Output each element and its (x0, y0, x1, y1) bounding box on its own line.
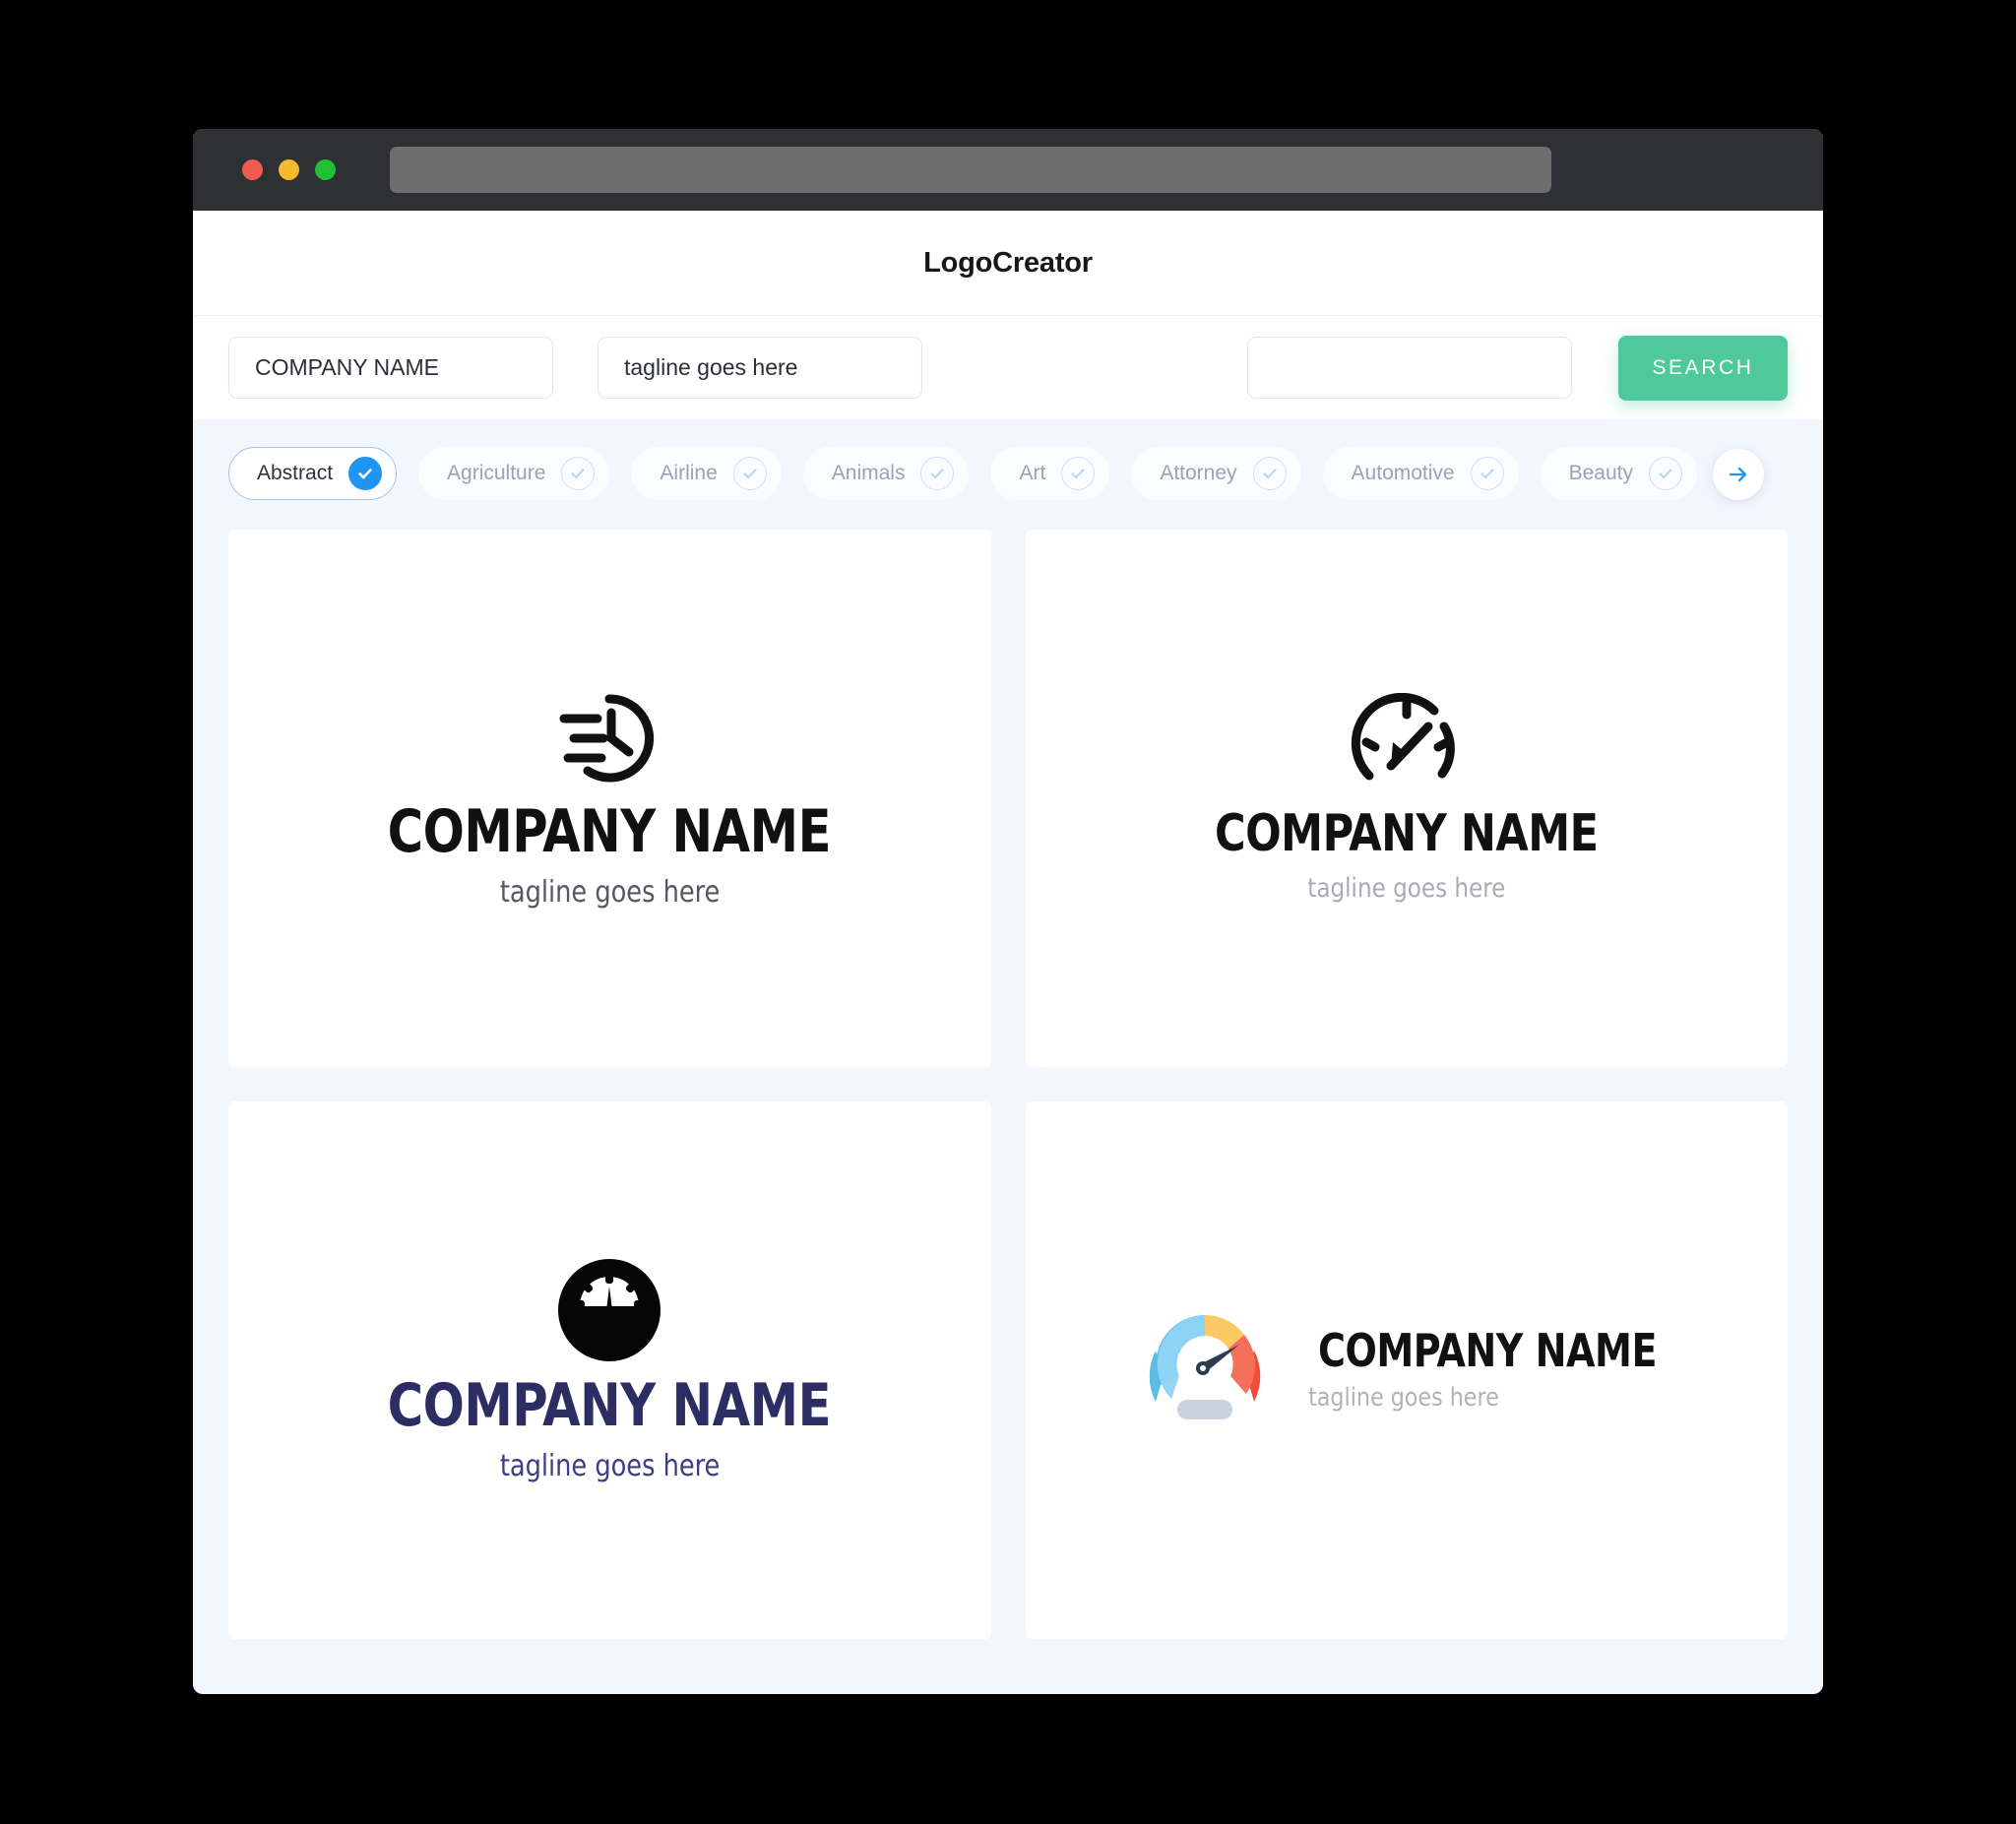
logo-result-card[interactable]: COMPANY NAME tagline goes here (228, 530, 991, 1067)
window-controls (242, 159, 336, 180)
logo-company-name: COMPANY NAME (1317, 1324, 1658, 1377)
category-chip-animals[interactable]: Animals (802, 447, 970, 500)
search-button[interactable]: SEARCH (1618, 335, 1788, 401)
fast-clock-icon (552, 687, 666, 794)
category-chip-label: Attorney (1160, 462, 1237, 484)
category-chip-list: Abstract Agriculture Airline Animals Art… (228, 447, 1823, 500)
check-icon (1252, 457, 1287, 490)
page-title: LogoCreator (923, 246, 1093, 279)
gauge-circle-solid-icon (556, 1257, 662, 1368)
logo-tagline: tagline goes here (1307, 1383, 1499, 1413)
logo-tagline: tagline goes here (1307, 873, 1506, 904)
logo-company-name: COMPANY NAME (1214, 804, 1599, 863)
logo-preview: COMPANY NAME tagline goes here (368, 1257, 850, 1483)
category-chip-agriculture[interactable]: Agriculture (418, 447, 610, 500)
tagline-input[interactable] (598, 337, 922, 399)
company-name-input[interactable] (228, 337, 553, 399)
category-chip-label: Art (1019, 462, 1046, 484)
category-chip-attorney[interactable]: Attorney (1131, 447, 1301, 500)
maximize-button[interactable] (315, 159, 336, 180)
logo-result-card[interactable]: COMPANY NAME tagline goes here (228, 1101, 991, 1639)
logo-text-block: COMPANY NAME tagline goes here (1303, 1328, 1671, 1413)
check-icon (1061, 457, 1096, 490)
close-button[interactable] (242, 159, 263, 180)
keyword-input[interactable] (1247, 337, 1572, 399)
category-chip-label: Automotive (1351, 462, 1455, 484)
app-header: LogoCreator (193, 211, 1823, 316)
logo-tagline: tagline goes here (499, 875, 720, 910)
logo-result-card[interactable]: COMPANY NAME tagline goes here (1025, 1101, 1788, 1639)
logo-company-name: COMPANY NAME (388, 797, 832, 866)
check-icon (920, 457, 955, 490)
category-chip-art[interactable]: Art (990, 447, 1110, 500)
check-icon (732, 457, 767, 490)
speedometer-outline-icon (1350, 692, 1464, 800)
browser-titlebar (193, 129, 1823, 211)
logo-tagline: tagline goes here (499, 1449, 720, 1483)
logo-results-grid: COMPANY NAME tagline goes here COMPANY N… (193, 530, 1823, 1674)
logo-preview: COMPANY NAME tagline goes here (1198, 692, 1615, 904)
check-icon (348, 457, 383, 490)
check-icon (1470, 457, 1504, 490)
category-chip-automotive[interactable]: Automotive (1322, 447, 1519, 500)
logo-company-name: COMPANY NAME (388, 1371, 832, 1440)
category-chip-label: Abstract (257, 462, 334, 484)
browser-window: LogoCreator SEARCH Abstract Agriculture (193, 129, 1823, 1694)
url-bar[interactable] (390, 147, 1551, 193)
color-gauge-icon (1142, 1301, 1268, 1432)
category-chip-abstract[interactable]: Abstract (228, 447, 398, 500)
search-toolbar: SEARCH (193, 316, 1823, 419)
logo-result-card[interactable]: COMPANY NAME tagline goes here (1025, 530, 1788, 1067)
minimize-button[interactable] (279, 159, 299, 180)
category-chip-beauty[interactable]: Beauty (1540, 447, 1697, 500)
category-chip-airline[interactable]: Airline (631, 447, 782, 500)
logo-preview: COMPANY NAME tagline goes here (1142, 1301, 1671, 1440)
check-icon (1649, 457, 1682, 490)
category-chip-label: Animals (831, 462, 906, 484)
arrow-right-icon[interactable] (1713, 449, 1764, 500)
category-chip-label: Agriculture (447, 462, 546, 484)
logo-preview: COMPANY NAME tagline goes here (368, 687, 850, 910)
category-filter-bar: Abstract Agriculture Airline Animals Art… (193, 419, 1823, 530)
category-chip-label: Beauty (1568, 462, 1633, 484)
check-icon (561, 457, 596, 490)
category-chip-label: Airline (660, 462, 718, 484)
